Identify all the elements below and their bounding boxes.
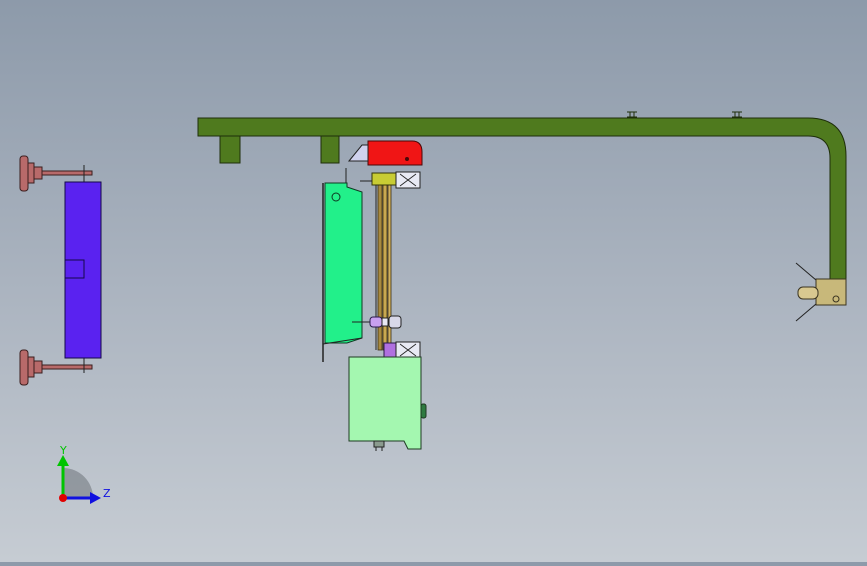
frame-tab-middle	[320, 135, 340, 164]
x-axis-origin	[59, 494, 67, 502]
frame-clip	[732, 111, 742, 118]
z-axis-label: Z	[103, 487, 111, 500]
frame-clip	[627, 111, 637, 118]
red-head[interactable]	[347, 140, 423, 166]
guard-panel[interactable]	[322, 168, 363, 362]
coordinate-triad: Y Z	[57, 444, 111, 504]
frame-tab-left	[219, 135, 241, 164]
y-axis-label: Y	[59, 444, 67, 457]
blue-block[interactable]	[64, 165, 102, 373]
cad-graphics-viewport[interactable]: Y Z	[0, 0, 867, 562]
triad-plane	[63, 468, 93, 498]
frame-arm[interactable]	[197, 111, 847, 282]
lower-coupling[interactable]	[383, 341, 421, 359]
z-axis-head	[90, 492, 101, 504]
cad-model-view[interactable]: Y Z	[0, 0, 867, 562]
motor-block[interactable]	[348, 356, 427, 451]
